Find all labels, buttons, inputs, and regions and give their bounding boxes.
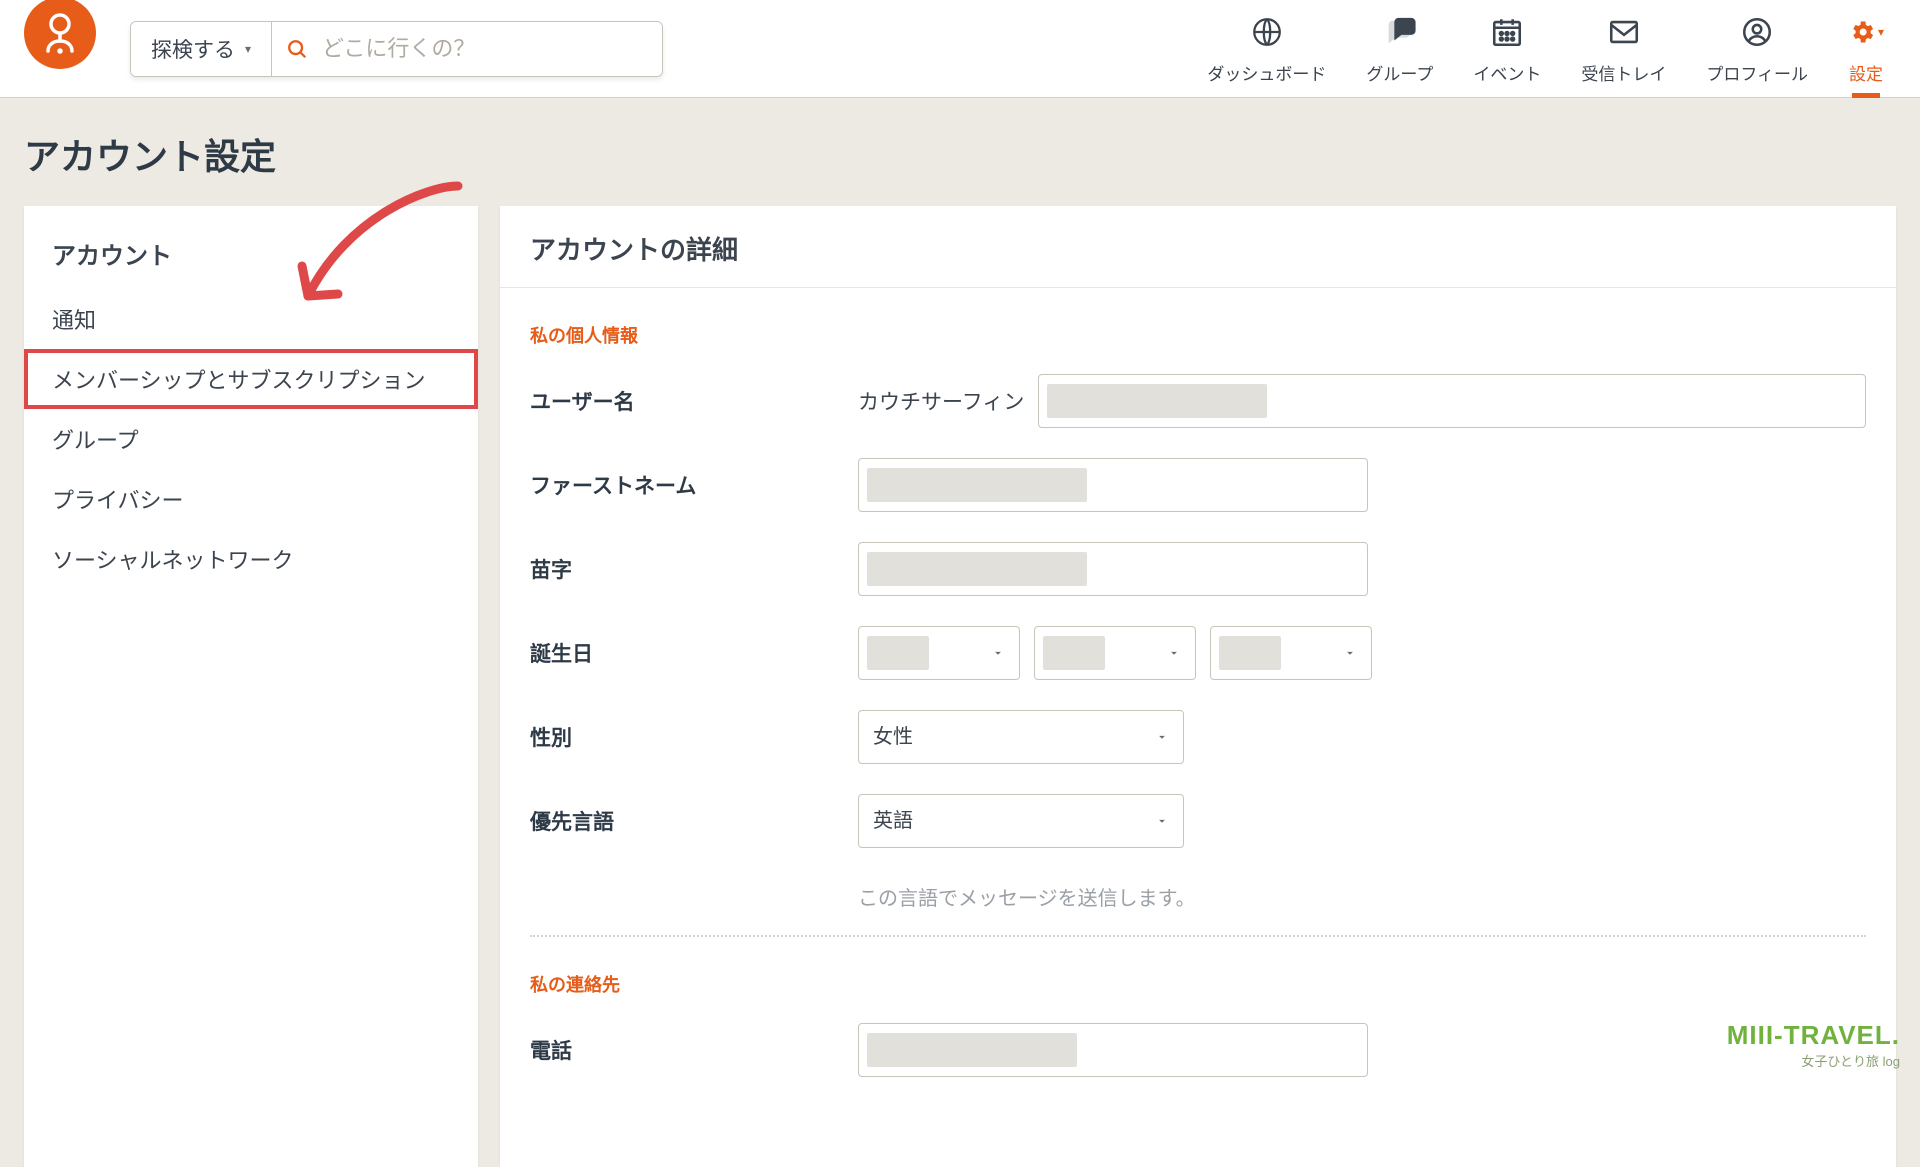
section-divider <box>530 935 1866 937</box>
sidebar-item-privacy[interactable]: プライバシー <box>24 469 478 529</box>
gender-select[interactable]: 女性 <box>858 710 1184 764</box>
explore-label: 探検する <box>151 34 235 64</box>
sidebar-item-groups[interactable]: グループ <box>24 409 478 469</box>
nav-events[interactable]: イベント <box>1467 14 1547 97</box>
row-gender: 性別 女性 <box>530 710 1866 764</box>
row-language: 優先言語 英語 この言語でメッセージを送信します。 <box>530 794 1866 911</box>
section-contact: 私の連絡先 <box>530 971 1866 997</box>
nav-label: 受信トレイ <box>1581 60 1666 85</box>
row-username: ユーザー名 カウチサーフィン <box>530 374 1866 428</box>
mail-icon <box>1606 14 1642 50</box>
nav-label: イベント <box>1473 60 1541 85</box>
nav-groups[interactable]: グループ <box>1360 14 1439 97</box>
nav-profile[interactable]: プロフィール <box>1700 14 1814 97</box>
page-body: アカウント設定 アカウント 通知 メンバーシップとサブスクリプション グループ … <box>0 98 1920 1167</box>
row-birthday: 誕生日 <box>530 626 1866 680</box>
username-prefix: カウチサーフィン <box>858 386 1024 416</box>
row-phone: 電話 <box>530 1023 1866 1077</box>
search-field <box>272 22 662 76</box>
chat-icon <box>1382 14 1418 50</box>
label-firstname: ファーストネーム <box>530 458 858 500</box>
search-container: 探検する ▾ <box>130 21 663 77</box>
sidebar-item-notifications[interactable]: 通知 <box>24 289 478 349</box>
lastname-input[interactable] <box>858 542 1368 596</box>
row-firstname: ファーストネーム <box>530 458 1866 512</box>
label-gender: 性別 <box>530 710 858 752</box>
row-lastname: 苗字 <box>530 542 1866 596</box>
nav-dashboard[interactable]: ダッシュボード <box>1201 14 1332 97</box>
language-helper-text: この言語でメッセージを送信します。 <box>858 882 1866 911</box>
top-nav: ダッシュボード グループ イベント 受信トレイ プロフィール <box>1201 0 1890 97</box>
page-title: アカウント設定 <box>24 128 1896 180</box>
label-phone: 電話 <box>530 1023 858 1065</box>
explore-dropdown[interactable]: 探検する ▾ <box>131 22 272 76</box>
sidebar-item-membership[interactable]: メンバーシップとサブスクリプション <box>24 349 478 409</box>
search-input[interactable] <box>308 36 648 62</box>
birthday-year-select[interactable] <box>1210 626 1372 680</box>
section-personal-info: 私の個人情報 <box>530 322 1866 348</box>
nav-label: 設定 <box>1849 60 1883 85</box>
top-header: 探検する ▾ ダッシュボード グループ イベント <box>0 0 1920 98</box>
account-details-panel: アカウントの詳細 私の個人情報 ユーザー名 カウチサーフィン ファーストネーム … <box>500 206 1896 1167</box>
profile-icon <box>1739 14 1775 50</box>
label-lastname: 苗字 <box>530 542 858 584</box>
globe-icon <box>1249 14 1285 50</box>
brand-logo[interactable] <box>24 0 96 69</box>
firstname-input[interactable] <box>858 458 1368 512</box>
birthday-day-select[interactable] <box>1034 626 1196 680</box>
watermark: MIII-TRAVEL. 女子ひとり旅 log <box>1727 1020 1900 1070</box>
caret-down-icon: ▾ <box>245 42 251 56</box>
nav-label: プロフィール <box>1706 60 1808 85</box>
label-username: ユーザー名 <box>530 374 858 416</box>
couchsurfing-icon <box>36 9 84 57</box>
sidebar-title: アカウント <box>24 228 478 289</box>
caret-down-icon: ▾ <box>1878 25 1884 39</box>
label-birthday: 誕生日 <box>530 626 858 668</box>
label-language: 優先言語 <box>530 794 858 836</box>
username-input[interactable] <box>1038 374 1866 428</box>
birthday-month-select[interactable] <box>858 626 1020 680</box>
gear-icon: ▾ <box>1848 14 1884 50</box>
nav-label: グループ <box>1366 60 1433 85</box>
nav-inbox[interactable]: 受信トレイ <box>1575 14 1672 97</box>
phone-input[interactable] <box>858 1023 1368 1077</box>
search-icon <box>286 38 308 60</box>
nav-settings[interactable]: ▾ 設定 <box>1842 14 1890 97</box>
sidebar-item-social[interactable]: ソーシャルネットワーク <box>24 529 478 589</box>
language-select[interactable]: 英語 <box>858 794 1184 848</box>
settings-sidebar: アカウント 通知 メンバーシップとサブスクリプション グループ プライバシー ソ… <box>24 206 478 1167</box>
panel-heading: アカウントの詳細 <box>530 230 1866 267</box>
nav-label: ダッシュボード <box>1207 60 1326 85</box>
calendar-icon <box>1489 14 1525 50</box>
